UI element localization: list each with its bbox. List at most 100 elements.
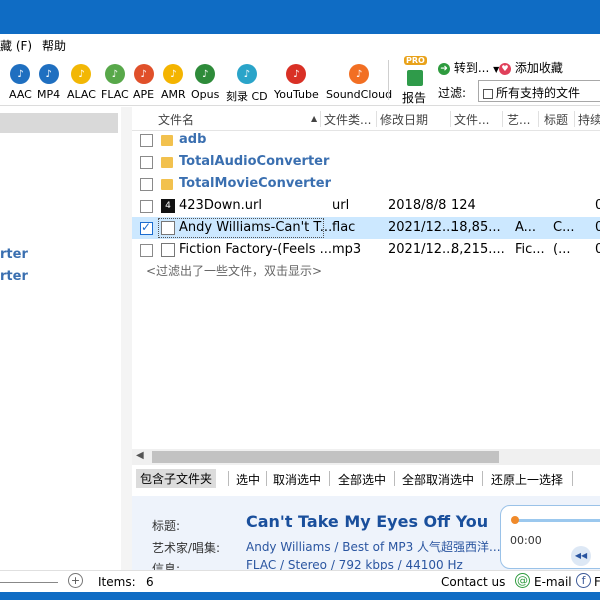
select-all-button[interactable]: 全部选中	[338, 471, 386, 488]
select-button[interactable]: 选中	[236, 471, 260, 488]
zoom-slider[interactable]	[0, 582, 58, 583]
scrollbar-thumb[interactable]	[152, 451, 499, 463]
file-name: Fiction Factory-(Feels ...	[179, 242, 333, 257]
zoom-in-icon[interactable]: +	[68, 573, 83, 588]
audio-file-icon	[161, 243, 175, 257]
column-header-size[interactable]: 文件...	[454, 111, 489, 128]
artist-label: 艺术家/唱集:	[152, 541, 221, 555]
folder-tree[interactable]	[0, 107, 121, 570]
file-date: 2021/12...	[388, 242, 455, 257]
format-button-7[interactable]: ♪ 刻录 CD	[226, 64, 268, 104]
format-label: YouTube	[274, 88, 319, 101]
list-header: 文件名 ▲ 文件类... 修改日期 文件... 艺... 标题 持续	[132, 107, 600, 131]
file-row[interactable]: TotalMovieConverter	[132, 173, 600, 195]
rewind-button[interactable]: ◀◀	[571, 546, 591, 566]
email-link[interactable]: E-mail	[534, 575, 572, 589]
toolbar-separator	[388, 60, 389, 100]
folder-icon	[161, 135, 173, 146]
format-button-1[interactable]: ♪ MP4	[37, 64, 60, 101]
goto-button[interactable]: ➜ 转到... ▼	[438, 59, 499, 76]
report-label: 报告	[402, 91, 427, 105]
file-row[interactable]: Fiction Factory-(Feels ... mp3 2021/12... 8…	[132, 239, 600, 261]
selection-actions: 包含子文件夹 选中 取消选中 全部选中 全部取消选中 还原上一选择	[132, 466, 600, 492]
file-size: 124	[451, 198, 476, 213]
file-dur: 0	[595, 220, 600, 235]
file-name: TotalAudioConverter	[179, 154, 330, 169]
filtered-note[interactable]: <过滤出了一些文件，双击显示>	[146, 262, 322, 279]
folder-tree-item[interactable]: rter	[0, 247, 28, 262]
row-checkbox[interactable]	[140, 220, 153, 235]
folder-icon	[161, 157, 173, 168]
format-button-2[interactable]: ♪ ALAC	[67, 64, 96, 101]
add-favorite-button[interactable]: ♥ 添加收藏	[499, 59, 563, 76]
filter-select[interactable]: 所有支持的文件	[478, 80, 600, 102]
file-dur: 0	[595, 198, 600, 213]
contact-us-link[interactable]: Contact us	[441, 575, 505, 589]
format-button-3[interactable]: ♪ FLAC	[101, 64, 129, 101]
row-checkbox[interactable]	[140, 244, 153, 257]
format-button-6[interactable]: ♪ Opus	[191, 64, 219, 101]
playback-progress-bar[interactable]	[513, 519, 600, 522]
horizontal-scrollbar[interactable]: ◀	[132, 449, 600, 465]
file-row[interactable]: adb	[132, 129, 600, 151]
file-dur: 0	[595, 242, 600, 257]
file-list[interactable]: 文件名 ▲ 文件类... 修改日期 文件... 艺... 标题 持续 adb To…	[132, 107, 600, 465]
column-header-type[interactable]: 文件类...	[324, 111, 371, 128]
facebook-icon[interactable]: f	[576, 573, 591, 588]
folder-tree-item[interactable]: rter	[0, 269, 28, 284]
folder-tree-selected[interactable]	[0, 113, 118, 133]
format-button-4[interactable]: ♪ APE	[133, 64, 154, 101]
file-row[interactable]: Andy Williams-Can't T...flac 2021/12...18…	[132, 217, 600, 239]
format-button-5[interactable]: ♪ AMR	[161, 64, 186, 101]
toolbar: ♪ AAC ♪ MP4 ♪ ALAC ♪ FLAC ♪ APE ♪ AMR ♪ Opus ♪ 刻录 CD ♪ Yo…	[0, 54, 600, 106]
format-button-8[interactable]: ♪ YouTube	[274, 64, 319, 101]
format-button-9[interactable]: ♪ SoundCloud	[326, 64, 392, 101]
row-checkbox[interactable]	[140, 200, 153, 213]
deselect-button[interactable]: 取消选中	[273, 471, 321, 488]
format-button-0[interactable]: ♪ AAC	[9, 64, 32, 101]
title-label: 标题:	[152, 519, 181, 533]
pane-splitter[interactable]	[121, 107, 249, 570]
file-ext: flac	[332, 220, 356, 235]
row-checkbox[interactable]	[140, 156, 153, 169]
file-artist: A...	[515, 220, 537, 235]
format-label: MP4	[37, 88, 61, 101]
file-row[interactable]: 4 423Down.url url 2018/8/8 124 0	[132, 195, 600, 217]
file-title: (...	[553, 242, 571, 257]
report-button[interactable]: PRO 报告	[400, 56, 428, 105]
flac-icon: ♪	[104, 64, 125, 84]
row-checkbox[interactable]	[140, 178, 153, 191]
file-name: TotalMovieConverter	[179, 176, 332, 191]
filter-icon	[483, 88, 493, 99]
alac-icon: ♪	[71, 64, 92, 84]
burn-cd-icon: ♪	[236, 64, 257, 84]
column-header-date[interactable]: 修改日期	[380, 111, 428, 128]
column-header-name[interactable]: 文件名	[158, 111, 194, 128]
scroll-left-icon[interactable]: ◀	[136, 450, 144, 461]
email-icon[interactable]: @	[515, 573, 530, 588]
file-row[interactable]: TotalAudioConverter	[132, 151, 600, 173]
column-header-artist[interactable]: 艺...	[507, 111, 530, 128]
menu-help[interactable]: 帮助	[42, 37, 66, 54]
artist-value: Andy Williams / Best of MP3 人气超强西洋...	[246, 540, 501, 554]
url-file-icon: 4	[161, 199, 175, 213]
file-size: 18,85...	[451, 220, 501, 235]
opus-icon: ♪	[195, 64, 216, 84]
include-subfolders-button[interactable]: 包含子文件夹	[136, 469, 217, 488]
row-checkbox[interactable]	[140, 134, 153, 147]
column-header-duration[interactable]: 持续	[578, 111, 600, 128]
deselect-all-button[interactable]: 全部取消选中	[402, 471, 474, 488]
format-label: Opus	[191, 88, 220, 101]
playback-progress-knob[interactable]	[511, 516, 519, 524]
amr-icon: ♪	[163, 64, 184, 84]
facebook-link[interactable]: F	[594, 575, 600, 589]
menu-favorites[interactable]: 藏 (F)	[0, 37, 32, 54]
restore-selection-button[interactable]: 还原上一选择	[491, 471, 563, 488]
report-icon	[407, 70, 423, 86]
file-size: 8,215....	[451, 242, 505, 257]
title-bar	[0, 0, 600, 34]
goto-icon: ➜	[438, 62, 450, 75]
file-date: 2021/12...	[388, 220, 455, 235]
column-header-title[interactable]: 标题	[544, 111, 568, 128]
mp4-icon: ♪	[38, 64, 59, 84]
